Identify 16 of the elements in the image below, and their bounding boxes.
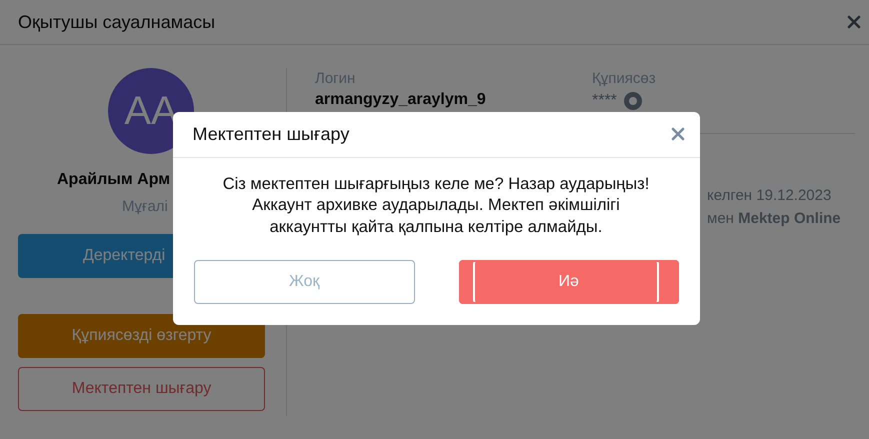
field-value: **** [592,92,617,110]
close-icon[interactable] [670,127,684,142]
field-label: Логин [315,70,356,87]
dialog-title: Мектептен шығару [192,124,350,145]
info-text: мен Mektep Online [707,209,841,229]
close-icon[interactable] [847,15,861,29]
field-label: Құпиясөз [592,70,657,87]
change-password-button[interactable]: Құпиясөзді өзгерту [18,314,266,358]
window-title: Оқытушы сауалнамасы [18,12,216,32]
info-text: келген 19.12.2023 [707,186,832,206]
user-role: Мұғалі [122,198,168,215]
field-value: armangyzy_araylym_9 [315,91,486,109]
user-name: Арайлым Арм [57,171,170,189]
cancel-button[interactable]: Жоқ [194,260,415,304]
remove-button[interactable]: Мектептен шығару [18,367,266,411]
confirm-button[interactable]: Иә [459,260,678,304]
